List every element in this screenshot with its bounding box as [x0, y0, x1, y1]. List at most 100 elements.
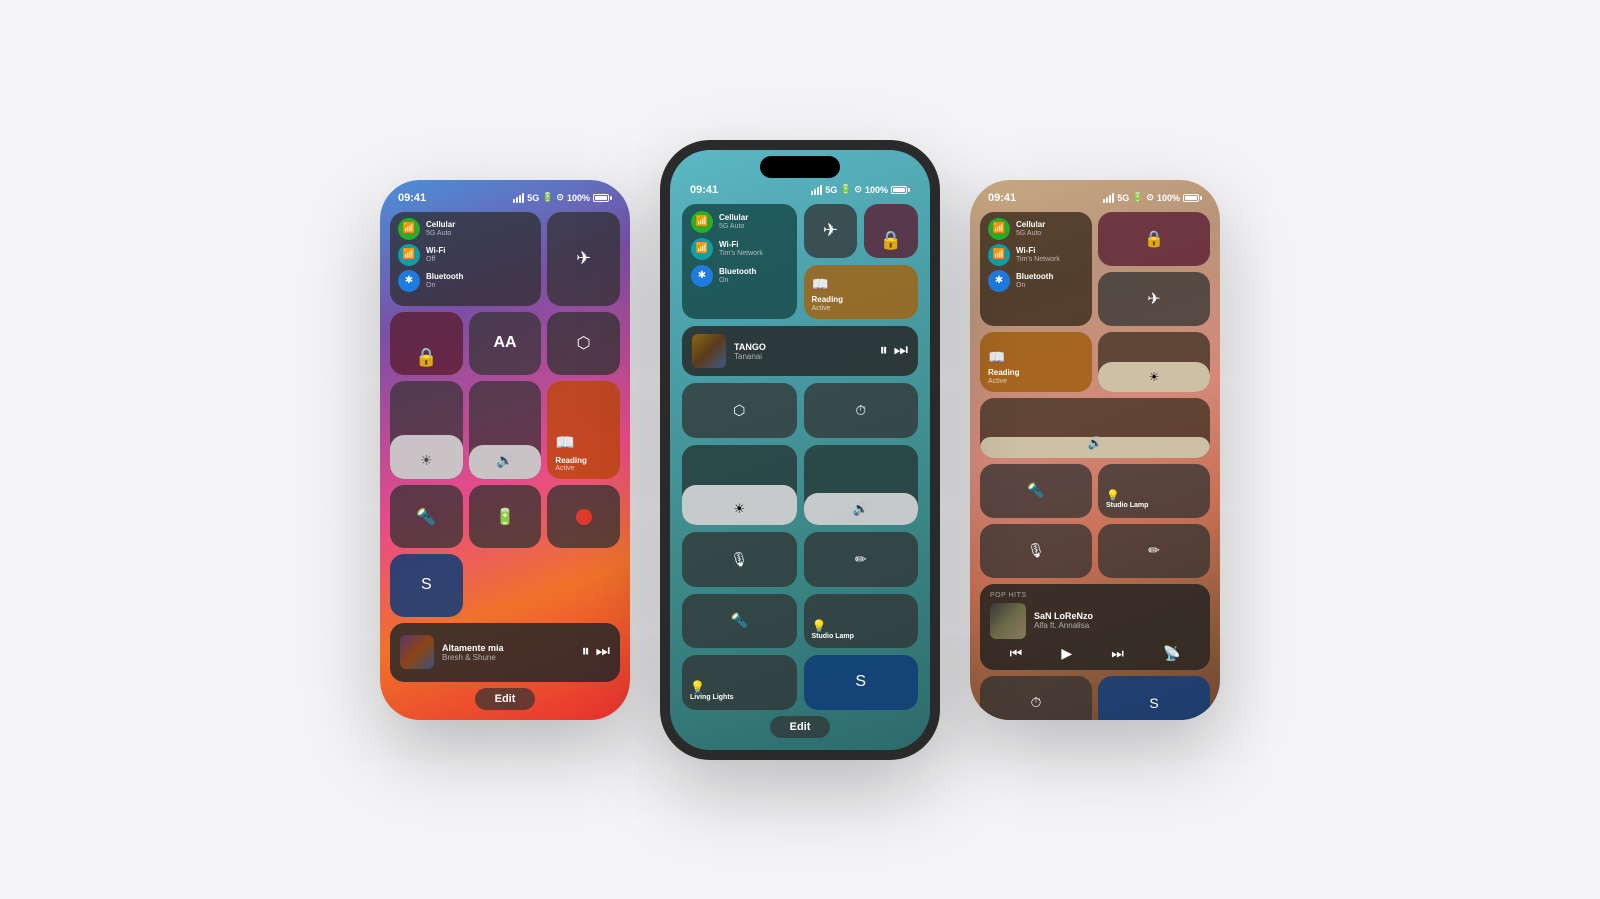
wifi-icon-left: 📶: [398, 244, 420, 266]
wifi-row-center[interactable]: 📶 Wi-Fi Tim's Network: [691, 238, 788, 260]
music-info-center: TANGO Tananai: [734, 342, 872, 361]
cellular-row-left[interactable]: 📶 Cellular 5G Auto: [398, 218, 533, 240]
sound-rec-tile-right[interactable]: 🎙: [980, 524, 1092, 578]
volume-icon-center: 🔊: [853, 501, 869, 517]
timer-tile-center[interactable]: ⏱: [804, 383, 919, 437]
shazam-icon-center: S: [855, 673, 866, 691]
battery-tile-left[interactable]: 🔋: [469, 485, 542, 548]
airplay-icon-right[interactable]: 📡: [1163, 645, 1180, 662]
bluetooth-text-left: Bluetooth On: [426, 272, 463, 289]
sound-rec-icon-right: 🎙: [1027, 542, 1045, 559]
status-bar-center: 09:41 5G 🔋 ⊙ 100%: [682, 184, 918, 196]
music-player-right[interactable]: POP HITS SaN LoReNzo Alfa ft. Annalisa ⏮…: [980, 584, 1210, 670]
wifi-row-left[interactable]: 📶 Wi-Fi Off: [398, 244, 533, 266]
edit-button-center[interactable]: Edit: [770, 716, 831, 738]
shazam-tile-right[interactable]: S: [1098, 676, 1210, 720]
pen-tile-center[interactable]: ✏: [804, 532, 919, 586]
reading-icon-right: 📖: [988, 349, 1084, 366]
lock-tile-right[interactable]: 🔒: [1098, 212, 1210, 266]
airplane-tile-left[interactable]: ✈: [547, 212, 620, 307]
status-right-center: 5G 🔋 ⊙ 100%: [811, 184, 910, 195]
signal-icon-left: [513, 193, 524, 203]
flashlight-tile-right[interactable]: 🔦: [980, 464, 1092, 518]
music-controls-center[interactable]: ⏸ ⏭: [880, 342, 908, 360]
wifi-text-center: Wi-Fi Tim's Network: [719, 240, 763, 257]
recent-tile-right[interactable]: ⏱: [980, 676, 1092, 720]
studio-lamp-tile-right[interactable]: 💡 Studio Lamp: [1098, 464, 1210, 518]
flashlight-icon-left: 🔦: [416, 507, 436, 527]
status-right-right: 5G 🔋 ⊙ 100%: [1103, 192, 1202, 203]
music-player-center[interactable]: TANGO Tananai ⏸ ⏭: [682, 326, 918, 376]
cellular-row-right[interactable]: 📶 Cellular 5G Auto: [988, 218, 1084, 240]
signal-label-left: 5G: [527, 193, 539, 203]
wifi-text-right: Wi-Fi Tim's Network: [1016, 246, 1060, 263]
pen-tile-right[interactable]: ✏: [1098, 524, 1210, 578]
bluetooth-icon-left: ✱: [398, 270, 420, 292]
mirror-tile-left[interactable]: ⬡: [547, 312, 620, 375]
volume-slider-center[interactable]: 🔊: [804, 445, 919, 525]
reading-tile-right[interactable]: 📖 Reading Active: [980, 332, 1092, 392]
phone-right: 09:41 5G 🔋 ⊙ 100%: [970, 180, 1220, 720]
pause-icon-center[interactable]: ⏸: [880, 342, 888, 360]
flashlight-tile-left[interactable]: 🔦: [390, 485, 463, 548]
flashlight-tile-center[interactable]: 🔦: [682, 594, 797, 648]
brightness-slider-right[interactable]: ☀: [1098, 332, 1210, 392]
bluetooth-row-left[interactable]: ✱ Bluetooth On: [398, 270, 533, 292]
lock-icon-center: 🔒: [872, 230, 910, 251]
pause-icon-left[interactable]: ⏸: [582, 643, 590, 661]
music-controls-right[interactable]: ⏮ ▶ ⏭ 📡: [990, 645, 1200, 662]
bluetooth-row-right[interactable]: ✱ Bluetooth On: [988, 270, 1084, 292]
wifi-row-right[interactable]: 📶 Wi-Fi Tim's Network: [988, 244, 1084, 266]
battery-label-left: ⊙: [556, 192, 564, 203]
pen-icon-center: ✏: [855, 551, 867, 568]
flashlight-icon-center: 🔦: [731, 612, 748, 629]
record-tile-left[interactable]: [547, 485, 620, 548]
bluetooth-row-center[interactable]: ✱ Bluetooth On: [691, 265, 788, 287]
time-center: 09:41: [690, 184, 718, 196]
volume-slider-left[interactable]: 🔊: [469, 381, 542, 480]
music-player-left[interactable]: Altamente mia Bresh & Shune ⏸ ⏭: [390, 623, 620, 682]
battery-icon-center: 🔋: [840, 184, 851, 195]
connectivity-group-left: 📶 Cellular 5G Auto 📶 Wi-Fi Off: [390, 212, 541, 307]
cellular-icon-center: 📶: [691, 211, 713, 233]
cellular-row-center[interactable]: 📶 Cellular 5G Auto: [691, 211, 788, 233]
battery-icon-tile-left: 🔋: [495, 507, 515, 527]
shazam-tile-left[interactable]: S: [390, 554, 463, 617]
mirror-tile-center[interactable]: ⬡: [682, 383, 797, 437]
cellular-text-left: Cellular 5G Auto: [426, 220, 455, 237]
reading-tile-left[interactable]: 📖 Reading Active: [547, 381, 620, 480]
signal-icon-right: [1103, 193, 1114, 203]
music-art-right: [990, 603, 1026, 639]
battery-sym-right: ⊙: [1146, 192, 1154, 203]
connectivity-group-right: 📶 Cellular 5G Auto 📶 Wi-Fi Tim's Network: [980, 212, 1092, 326]
play-icon-right[interactable]: ▶: [1061, 645, 1072, 662]
mirror-icon-center: ⬡: [733, 402, 745, 419]
rewind-icon-right[interactable]: ⏮: [1010, 645, 1023, 662]
reading-tile-center[interactable]: 📖 Reading Active: [804, 265, 919, 319]
skip-icon-center[interactable]: ⏭: [894, 342, 908, 360]
shazam-tile-center[interactable]: S: [804, 655, 919, 709]
sound-rec-tile-center[interactable]: 🎙: [682, 532, 797, 586]
brightness-slider-left[interactable]: ☀: [390, 381, 463, 480]
fast-forward-icon-right[interactable]: ⏭: [1111, 645, 1124, 662]
edit-button-left[interactable]: Edit: [475, 688, 536, 710]
lock-tile-left[interactable]: 🔒: [390, 312, 463, 375]
wifi-icon-center: 📶: [691, 238, 713, 260]
lock-tile-center[interactable]: 🔒: [864, 204, 918, 258]
recent-icon-right: ⏱: [1031, 694, 1042, 711]
wifi-text-left: Wi-Fi Off: [426, 246, 445, 263]
airplane-icon-center: ✈: [823, 220, 838, 241]
music-controls-left[interactable]: ⏸ ⏭: [582, 643, 610, 661]
airplane-tile-center[interactable]: ✈: [804, 204, 858, 258]
skip-icon-left[interactable]: ⏭: [596, 643, 610, 661]
bluetooth-icon-center: ✱: [691, 265, 713, 287]
aa-tile-left[interactable]: AA: [469, 312, 542, 375]
volume-icon-left: 🔊: [496, 452, 513, 469]
shazam-icon-left: S: [421, 576, 432, 594]
brightness-slider-center[interactable]: ☀: [682, 445, 797, 525]
studio-lamp-tile-center[interactable]: 💡 Studio Lamp: [804, 594, 919, 648]
airplane-icon-left: ✈: [576, 248, 591, 269]
volume-slider-right[interactable]: 🔊: [980, 398, 1210, 458]
living-lights-tile-center[interactable]: 💡 Living Lights: [682, 655, 797, 709]
airplane-tile-right[interactable]: ✈: [1098, 272, 1210, 326]
